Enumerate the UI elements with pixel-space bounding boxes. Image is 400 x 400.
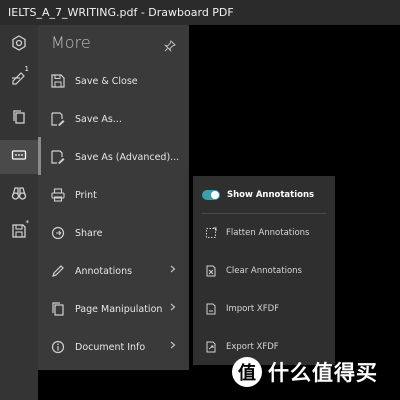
submenu-item-label: Flatten Annotations (226, 228, 310, 238)
title-bar: IELTS_A_7_WRITING.pdf - Drawboard PDF (0, 0, 400, 25)
more-dots-icon (11, 147, 27, 167)
menu-item-label: Print (75, 189, 97, 201)
annotations-item[interactable]: Annotations (38, 252, 189, 290)
watermark-logo-icon: 值 (232, 357, 262, 387)
search-rail-button[interactable] (0, 178, 38, 212)
gear-icon (11, 35, 27, 55)
chevron-right-icon (169, 341, 177, 352)
print-item[interactable]: Print (38, 176, 189, 214)
page-manipulation-item[interactable]: Page Manipulation (38, 290, 189, 328)
more-rail-button[interactable] (0, 140, 38, 174)
save-as-advanced-icon (50, 149, 66, 165)
menu-item-label: Share (75, 227, 103, 239)
share-item[interactable]: Share (38, 214, 189, 252)
menu-item-label: Save As (Advanced)... (75, 151, 180, 163)
app-window: IELTS_A_7_WRITING.pdf - Drawboard PDF 1 (0, 0, 400, 400)
panel-title: More (51, 33, 91, 52)
save-as-item[interactable]: Save As... (38, 100, 189, 138)
watermark-text: 什么值得买 (268, 361, 378, 385)
print-icon (50, 187, 66, 203)
flatten-icon (204, 226, 218, 240)
annotations-rail-button[interactable]: 1 (0, 62, 38, 96)
pages-rail-button[interactable] (0, 102, 38, 136)
left-icon-rail: 1 * (0, 25, 38, 400)
chevron-right-icon (169, 265, 177, 276)
window-title: IELTS_A_7_WRITING.pdf - Drawboard PDF (8, 6, 234, 19)
menu-item-label: Page Manipulation (75, 303, 163, 315)
share-icon (50, 225, 66, 241)
copy-pages-icon (11, 109, 27, 129)
import-xfdf-item[interactable]: Import XFDF (193, 290, 335, 328)
menu-item-label: Save As... (75, 113, 122, 125)
submenu-item-label: Export XFDF (226, 342, 279, 352)
pen-icon (50, 263, 66, 279)
menu-item-label: Annotations (75, 265, 133, 277)
binoculars-icon (11, 185, 27, 205)
save-and-close-item[interactable]: Save & Close (38, 62, 189, 100)
clear-annotations-item[interactable]: Clear Annotations (193, 252, 335, 290)
save-icon (50, 73, 66, 89)
annotations-submenu: Show Annotations Flatten Annotations Cle… (193, 176, 335, 365)
submenu-item-label: Clear Annotations (226, 266, 302, 276)
more-panel: More Save & Close Save As... Save As (Ad… (38, 25, 189, 370)
menu-item-label: Save & Close (75, 75, 138, 87)
clear-doc-icon (204, 264, 218, 278)
chevron-right-icon (169, 303, 177, 314)
export-icon (204, 340, 218, 354)
import-icon (204, 302, 218, 316)
submenu-item-label: Import XFDF (226, 304, 280, 314)
save-as-icon (50, 111, 66, 127)
pages-icon (50, 301, 66, 317)
info-icon (50, 339, 66, 355)
flatten-annotations-item[interactable]: Flatten Annotations (193, 214, 335, 252)
rail-badge-count: 1 (24, 65, 29, 73)
menu-item-label: Document Info (75, 341, 146, 353)
save-rail-button[interactable]: * (0, 216, 38, 250)
toggle-icon[interactable] (202, 190, 220, 200)
unsaved-badge: * (25, 219, 30, 227)
watermark: 值 什么值得买 (232, 356, 378, 388)
settings-rail-button[interactable] (0, 28, 38, 62)
show-annotations-toggle[interactable]: Show Annotations (193, 176, 335, 214)
submenu-item-label: Show Annotations (227, 190, 315, 200)
pin-icon[interactable] (163, 37, 176, 56)
document-info-item[interactable]: Document Info (38, 328, 189, 366)
save-as-advanced-item[interactable]: Save As (Advanced)... (38, 138, 189, 176)
